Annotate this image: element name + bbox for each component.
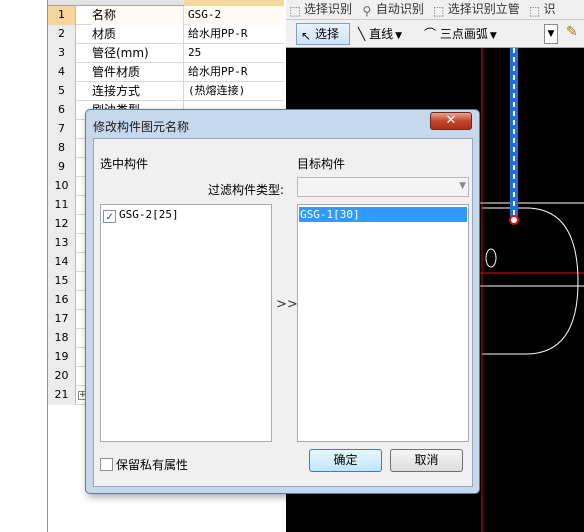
row-number: 2 bbox=[48, 25, 76, 44]
row-number: 9 bbox=[48, 158, 76, 177]
chevron-down-icon: ▼ bbox=[395, 31, 402, 41]
row-number: 4 bbox=[48, 63, 76, 82]
select-identify-label: 选择识别 bbox=[304, 2, 353, 16]
row-number: 15 bbox=[48, 272, 76, 291]
row-number: 8 bbox=[48, 139, 76, 158]
checkbox-unchecked-icon[interactable] bbox=[100, 458, 113, 471]
grid-row[interactable]: 4 管件材质 给水用PP-R bbox=[48, 63, 284, 82]
grid-row[interactable]: 3 管径(mm) 25 bbox=[48, 44, 284, 63]
row-number: 1 bbox=[48, 6, 76, 25]
keep-private-checkbox[interactable]: 保留私有属性 bbox=[100, 456, 188, 473]
property-value[interactable]: 给水用PP-R bbox=[188, 25, 284, 44]
grid-row[interactable]: 2 材质 给水用PP-R bbox=[48, 25, 284, 44]
chevron-down-icon: ▼ bbox=[489, 31, 497, 41]
cursor-icon: ↖ bbox=[301, 29, 312, 43]
grid-row[interactable]: 1 名称 GSG-2 bbox=[48, 6, 284, 25]
row-number: 19 bbox=[48, 348, 76, 367]
row-number: 7 bbox=[48, 120, 76, 139]
property-value[interactable]: 25 bbox=[188, 44, 284, 63]
row-number: 13 bbox=[48, 234, 76, 253]
keep-private-label: 保留私有属性 bbox=[116, 458, 189, 472]
line-icon: ╲ bbox=[358, 27, 366, 41]
grid-row[interactable]: 5 连接方式 (热熔连接) bbox=[48, 82, 284, 101]
toolbar-dropdown[interactable]: ▼ bbox=[544, 24, 558, 44]
pipe-endpoint[interactable] bbox=[509, 215, 519, 225]
filter-type-label: 过滤构件类型: bbox=[208, 183, 285, 197]
dialog-title: 修改构件图元名称 bbox=[93, 120, 190, 134]
pencil-icon[interactable]: ✎ bbox=[566, 24, 578, 40]
target-components-label: 目标构件 bbox=[297, 157, 346, 171]
row-number: 14 bbox=[48, 253, 76, 272]
selected-component-label: GSG-2[25] bbox=[119, 208, 179, 221]
identify-label: 识 bbox=[543, 2, 556, 16]
select-identify-riser-button[interactable]: ⬚ 选择识别立管 bbox=[430, 0, 522, 19]
select-identify-button[interactable]: ⬚ 选择识别 bbox=[286, 0, 354, 19]
move-right-button[interactable]: >> bbox=[276, 297, 298, 312]
chevron-down-icon: ▼ bbox=[459, 181, 466, 191]
auto-identify-icon: ⚲ bbox=[362, 4, 372, 18]
cad-toolbar-top: ⬚ 选择识别 ⚲ 自动识别 ⬚ 选择识别立管 ⬚ 识 bbox=[286, 0, 584, 20]
line-tool-label: 直线 bbox=[369, 27, 394, 41]
select-identify-riser-icon: ⬚ bbox=[433, 4, 445, 18]
left-panel bbox=[0, 0, 48, 532]
row-number: 21 bbox=[48, 386, 76, 405]
target-component-label: GSG-1[30] bbox=[300, 208, 360, 221]
row-number: 17 bbox=[48, 310, 76, 329]
auto-identify-label: 自动识别 bbox=[375, 2, 424, 16]
row-number: 16 bbox=[48, 291, 76, 310]
row-number: 3 bbox=[48, 44, 76, 63]
dialog-body: 选中构件 目标构件 过滤构件类型: ▼ ✓ GSG-2[25] >> GSG-1[… bbox=[93, 138, 473, 487]
three-point-arc-label: 三点画弧 bbox=[439, 27, 488, 41]
property-name: 管件材质 bbox=[92, 63, 184, 82]
row-number: 10 bbox=[48, 177, 76, 196]
property-name: 连接方式 bbox=[92, 82, 184, 101]
fixture-outline bbox=[482, 207, 579, 355]
three-point-arc-button[interactable]: ⌒ 三点画弧 ▼ bbox=[424, 23, 497, 45]
property-value[interactable]: (热熔连接) bbox=[188, 82, 284, 101]
select-identify-icon: ⬚ bbox=[289, 4, 301, 18]
select-tool-label: 选择 bbox=[315, 27, 340, 41]
row-number: 5 bbox=[48, 82, 76, 101]
auto-identify-button[interactable]: ⚲ 自动识别 bbox=[358, 0, 426, 19]
filter-type-select[interactable]: ▼ bbox=[297, 177, 469, 197]
cancel-button[interactable]: 取消 bbox=[390, 449, 463, 472]
checkbox-checked-icon[interactable]: ✓ bbox=[103, 210, 116, 223]
ok-button[interactable]: 确定 bbox=[309, 449, 382, 472]
row-number: 11 bbox=[48, 196, 76, 215]
row-number: 6 bbox=[48, 101, 76, 120]
row-number: 18 bbox=[48, 329, 76, 348]
row-number: 20 bbox=[48, 367, 76, 386]
close-button[interactable]: ✕ bbox=[430, 112, 472, 130]
selected-components-list[interactable]: ✓ GSG-2[25] bbox=[100, 204, 272, 442]
property-value[interactable]: GSG-2 bbox=[188, 6, 284, 25]
close-icon: ✕ bbox=[445, 113, 457, 128]
property-name: 材质 bbox=[92, 25, 184, 44]
identify-button[interactable]: ⬚ 识 bbox=[526, 0, 558, 19]
cad-toolbar-draw: ↖ 选择 ╲ 直线 ▼ ⌒ 三点画弧 ▼ ▼ ✎ bbox=[286, 20, 584, 48]
line-tool-button[interactable]: ╲ 直线 ▼ bbox=[358, 23, 402, 45]
select-identify-riser-label: 选择识别立管 bbox=[447, 2, 520, 16]
property-name: 管径(mm) bbox=[92, 44, 184, 63]
target-component-item[interactable]: GSG-1[30] bbox=[299, 207, 467, 222]
rename-component-dialog: 修改构件图元名称 ✕ 选中构件 目标构件 过滤构件类型: ▼ ✓ GSG-2[25… bbox=[85, 109, 480, 494]
selected-component-item[interactable]: ✓ GSG-2[25] bbox=[103, 207, 179, 223]
row-number: 12 bbox=[48, 215, 76, 234]
arc-icon: ⌒ bbox=[424, 27, 437, 41]
identify-icon: ⬚ bbox=[528, 4, 541, 18]
selected-components-label: 选中构件 bbox=[100, 157, 149, 171]
property-value[interactable]: 给水用PP-R bbox=[188, 63, 284, 82]
target-components-list[interactable]: GSG-1[30] bbox=[297, 204, 469, 442]
property-name: 名称 bbox=[92, 6, 184, 25]
select-tool-button[interactable]: ↖ 选择 bbox=[296, 23, 350, 45]
fixture-drain bbox=[485, 248, 497, 268]
